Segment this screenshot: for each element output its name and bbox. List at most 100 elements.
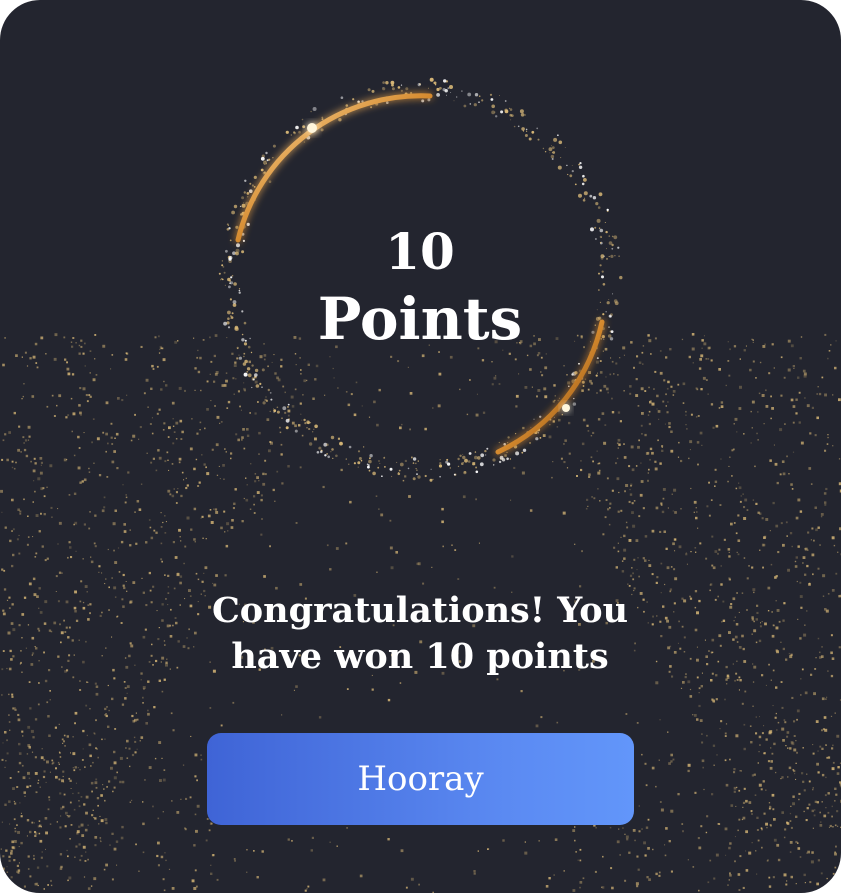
ring-sparkle <box>474 451 477 453</box>
ring-sparkle <box>227 277 231 282</box>
ring-sparkle <box>390 80 395 85</box>
ring-sparkle <box>282 406 287 411</box>
ring-sparkle <box>250 351 253 354</box>
hooray-button[interactable]: Hooray <box>207 733 634 825</box>
ring-sparkle <box>397 472 401 476</box>
ring-sparkle <box>267 388 270 392</box>
ring-sparkle <box>424 474 427 478</box>
ring-sparkle <box>599 264 602 267</box>
ring-sparkle <box>473 103 477 107</box>
ring-sparkle <box>595 374 598 377</box>
ring-sparkle <box>357 461 361 465</box>
ring-sparkle <box>268 158 271 161</box>
ring-sparkle <box>246 222 250 226</box>
ring-sparkle <box>467 460 471 463</box>
ring-sparkle <box>229 298 232 301</box>
ring-sparkle <box>353 462 356 465</box>
ring-sparkle <box>225 249 228 253</box>
ring-sparkle <box>427 87 429 89</box>
ring-sparkle <box>494 111 496 113</box>
ring-sparkle <box>558 140 563 145</box>
ring-sparkle <box>306 421 310 425</box>
ring-sparkle <box>479 462 484 467</box>
ring-sparkle <box>486 447 489 450</box>
ring-sparkle <box>310 110 312 113</box>
ring-sparkle <box>457 457 460 461</box>
ring-sparkle <box>599 242 602 244</box>
ring-sparkle <box>557 134 559 136</box>
ring-sparkle <box>590 227 594 232</box>
ring-sparkle <box>227 317 230 321</box>
ring-sparkle <box>340 96 344 99</box>
ring-sparkle <box>314 424 318 429</box>
ring-sparkle <box>246 367 251 371</box>
ring-sparkle <box>378 460 380 462</box>
ring-sparkle <box>596 357 599 360</box>
ring-sparkle <box>446 94 447 96</box>
ring-sparkle <box>596 218 601 223</box>
ring-sparkle <box>480 453 485 458</box>
ring-sparkle <box>442 88 446 92</box>
ring-sparkle <box>389 467 393 471</box>
ring-sparkle <box>484 449 487 453</box>
ring-sparkle <box>436 88 438 90</box>
ring-sparkle <box>519 109 524 114</box>
ring-sparkle <box>456 96 458 98</box>
ring-sparkle <box>504 108 508 113</box>
ring-sparkle <box>243 355 245 358</box>
ring-sparkle <box>287 403 290 406</box>
ring-sparkle <box>368 459 372 464</box>
ring-sparkle <box>524 134 528 137</box>
ring-sparkle <box>290 134 292 136</box>
ring-sparkle <box>339 441 343 446</box>
ring-sparkle <box>300 413 302 415</box>
ring-sparkle <box>603 338 605 340</box>
ring-sparkle <box>602 283 606 286</box>
ring-sparkle <box>521 127 525 131</box>
ring-sparkle <box>551 146 555 150</box>
ring-sparkle <box>221 260 224 262</box>
ring-sparkle <box>249 189 253 193</box>
ring-sparkle <box>522 448 527 452</box>
ring-sparkle <box>397 86 401 89</box>
ring-sparkle <box>247 345 251 349</box>
ring-sparkle <box>509 113 512 117</box>
ring-sparkle <box>574 183 577 186</box>
ring-sparkle <box>391 475 393 478</box>
ring-sparkle <box>579 163 580 165</box>
ring-sparkle <box>308 442 313 446</box>
ring-sparkle <box>491 110 495 115</box>
points-display: 10 Points <box>270 220 570 354</box>
ring-sparkle <box>273 408 275 410</box>
ring-sparkle <box>235 225 239 229</box>
ring-sparkle <box>255 384 260 388</box>
ring-sparkle <box>269 410 271 413</box>
ring-sparkle <box>601 270 604 273</box>
ring-sparkle <box>228 285 231 289</box>
ring-sparkle <box>230 316 234 319</box>
ring-sparkle <box>539 437 542 439</box>
ring-sparkle <box>229 282 231 285</box>
ring-sparkle <box>254 368 259 373</box>
ring-sparkle <box>407 467 410 470</box>
ring-sparkle <box>506 451 508 454</box>
ring-sparkle <box>243 191 246 194</box>
ring-sparkle <box>236 346 239 349</box>
ring-sparkle <box>520 113 525 117</box>
ring-sparkle <box>509 108 513 111</box>
ring-sparkle <box>241 310 244 313</box>
ring-sparkle <box>553 137 558 142</box>
ring-sparkle <box>243 372 248 377</box>
ring-sparkle <box>316 451 320 454</box>
ring-sparkle <box>515 451 520 456</box>
ring-sparkle <box>614 301 619 306</box>
ring-sparkle <box>459 454 462 457</box>
ring-sparkle <box>246 192 250 195</box>
ring-sparkle <box>439 459 441 461</box>
ring-sparkle <box>581 182 585 186</box>
ring-sparkle <box>450 92 452 93</box>
ring-sparkle <box>607 334 612 338</box>
ring-sparkle <box>429 478 433 482</box>
ring-sparkle <box>608 235 611 237</box>
ring-sparkle <box>268 180 272 183</box>
